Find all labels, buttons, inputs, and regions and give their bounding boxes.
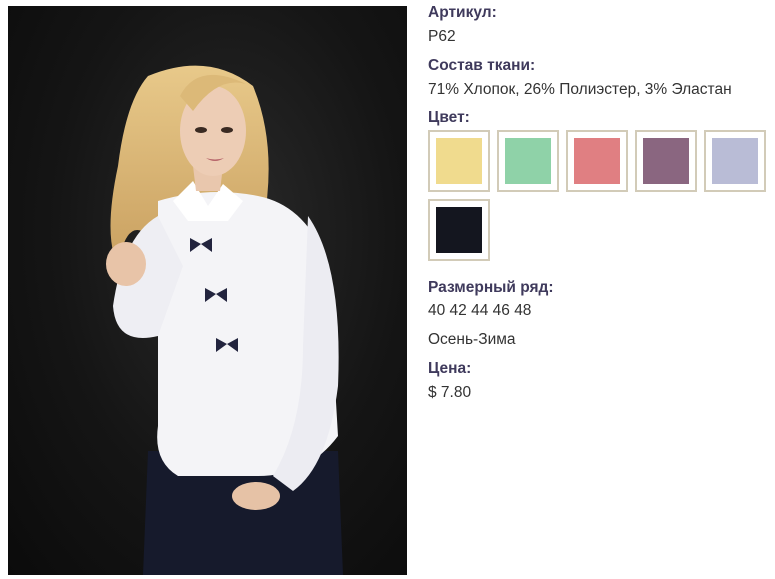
swatch-color-fill xyxy=(712,138,758,184)
season-value: Осень-Зима xyxy=(428,331,516,348)
yellow-swatch[interactable] xyxy=(428,130,490,192)
swatch-color-fill xyxy=(574,138,620,184)
pink-swatch[interactable] xyxy=(566,130,628,192)
size-value: 40 42 44 46 48 xyxy=(428,302,532,319)
swatch-color-fill xyxy=(643,138,689,184)
plum-swatch[interactable] xyxy=(635,130,697,192)
price-label: Цена: xyxy=(428,360,472,377)
size-label: Размерный ряд: xyxy=(428,279,554,296)
black-swatch[interactable] xyxy=(428,199,490,261)
fabric-label: Состав ткани: xyxy=(428,57,536,74)
swatch-color-fill xyxy=(436,207,482,253)
swatch-color-fill xyxy=(436,138,482,184)
model-illustration xyxy=(106,65,343,575)
color-label: Цвет: xyxy=(428,109,470,126)
price-value: $ 7.80 xyxy=(428,384,472,401)
lavender-swatch[interactable] xyxy=(704,130,766,192)
product-photo xyxy=(8,6,407,575)
mint-swatch[interactable] xyxy=(497,130,559,192)
fabric-value: 71% Хлопок, 26% Полиэстер, 3% Эластан xyxy=(428,81,732,98)
article-value: P62 xyxy=(428,28,456,45)
swatch-color-fill xyxy=(505,138,551,184)
article-label: Артикул: xyxy=(428,4,497,21)
